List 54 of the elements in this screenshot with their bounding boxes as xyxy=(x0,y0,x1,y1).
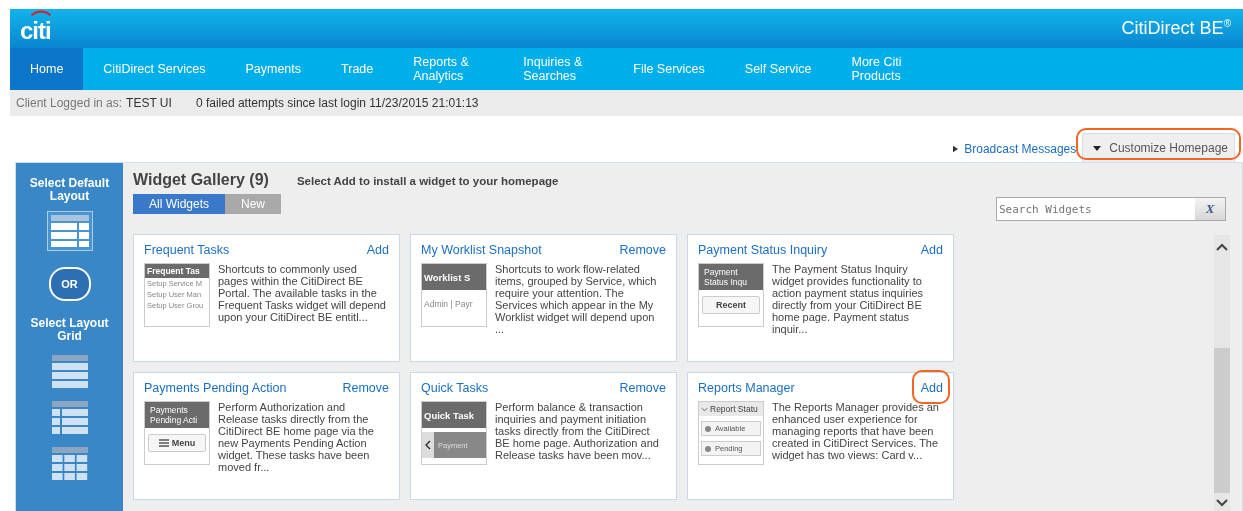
product-name: CitiDirect BE$^{®}$ xyxy=(1121,18,1231,39)
nav-tab[interactable]: Home xyxy=(10,48,84,90)
widget-title[interactable]: Frequent Tasks xyxy=(144,243,230,257)
preview-heading: Payment Status Inqu xyxy=(699,264,763,290)
customize-homepage-tab[interactable]: Customize Homepage xyxy=(1082,133,1235,162)
widget-description: The Payment Status Inquiry widget provides functionality to action payment status inquiries directly from your CitiDirect BE home page. Payment status inquir... xyxy=(772,263,925,335)
preview-heading: Worklist S xyxy=(422,264,486,290)
widget-action-link[interactable]: Add xyxy=(920,381,943,395)
menu-icon xyxy=(158,439,169,447)
widget-title[interactable]: Payment Status Inquiry xyxy=(698,243,828,257)
layout-icon[interactable] xyxy=(46,211,93,251)
user-name: TEST UI xyxy=(126,96,172,110)
widget-title[interactable]: Reports Manager xyxy=(698,381,795,395)
widget-description: Shortcuts to work flow-related items, grouped by Service, which require your attention. The Services which appear in the My Worklist widget will depend upon ... xyxy=(495,263,658,335)
widget-description: Perform Authorization and Release tasks directly from the CitiDirect BE home page via the new Payments Pending Action widget. These tasks have been moved fr... xyxy=(218,401,375,473)
preview-heading: Quick Task xyxy=(422,402,486,428)
search-field[interactable]: Search Widgets X xyxy=(996,197,1226,221)
widget-title[interactable]: Quick Tasks xyxy=(421,381,489,395)
scroll-down-icon[interactable] xyxy=(1216,499,1228,507)
logo[interactable]: citi xyxy=(20,12,51,45)
grid-layout-icon[interactable] xyxy=(51,355,88,389)
widget-action-link[interactable]: Add xyxy=(920,243,943,257)
filter-tab[interactable]: All Widgets xyxy=(133,194,226,214)
login-attempts: 0 failed attempts since last login 11/23/2015 21:01:13 xyxy=(195,96,479,110)
gallery-hint: Select Add to install a widget to your homepage xyxy=(296,175,559,187)
widget-title[interactable]: Payments Pending Action xyxy=(144,381,287,395)
widget-description: The Reports Manager provides an enhanced user experience for managing reports that have been created in CitiDirect Services. The widget has two views: Card v... xyxy=(772,401,940,463)
sidebar-heading: Select Default Layout xyxy=(28,177,111,203)
grid-layout-icon[interactable] xyxy=(51,401,88,435)
login-label: Client Logged in as: xyxy=(16,96,123,110)
expand-arrow-icon xyxy=(953,145,959,153)
gallery-title: Widget Gallery (9) xyxy=(133,171,269,189)
preview-text: Admin xyxy=(424,299,449,309)
or-badge: OR xyxy=(48,267,91,301)
broadcast-messages-link[interactable]: Broadcast Messages xyxy=(964,142,1077,156)
widget-action-link[interactable]: Remove xyxy=(619,243,666,257)
widget-description: Perform balance & transaction inquiries and payment initiation tasks directly from the CitiDirect BE home page. Authorization and Release tasks have been mov... xyxy=(495,401,660,463)
widget-action-link[interactable]: Remove xyxy=(342,381,389,395)
widget-title[interactable]: My Worklist Snapshot xyxy=(421,243,542,257)
sidebar-heading: Select Layout Grid xyxy=(29,317,110,343)
scrollbar[interactable] xyxy=(1214,235,1230,511)
caret-icon xyxy=(1093,144,1102,152)
preview-heading: Report Statu xyxy=(699,402,763,416)
preview-heading: Frequent Tas xyxy=(145,264,209,278)
scroll-up-icon[interactable] xyxy=(1216,243,1228,251)
grid-layout-icon[interactable] xyxy=(51,447,88,481)
widget-action-link[interactable]: Remove xyxy=(619,381,666,395)
preview-text: Payr xyxy=(455,299,473,309)
chevron-icon xyxy=(701,406,708,412)
preview-heading: Payments Pending Acti xyxy=(145,402,209,428)
widget-description: Shortcuts to commonly used pages within the CitiDirect BE Portal. The available tasks in the Frequent Tasks widget will depend upon your CitiDirect BE entitl... xyxy=(218,263,387,325)
widget-action-link[interactable]: Add xyxy=(366,243,389,257)
arc-icon xyxy=(30,9,52,16)
clear-search-button[interactable]: X xyxy=(1195,198,1225,220)
